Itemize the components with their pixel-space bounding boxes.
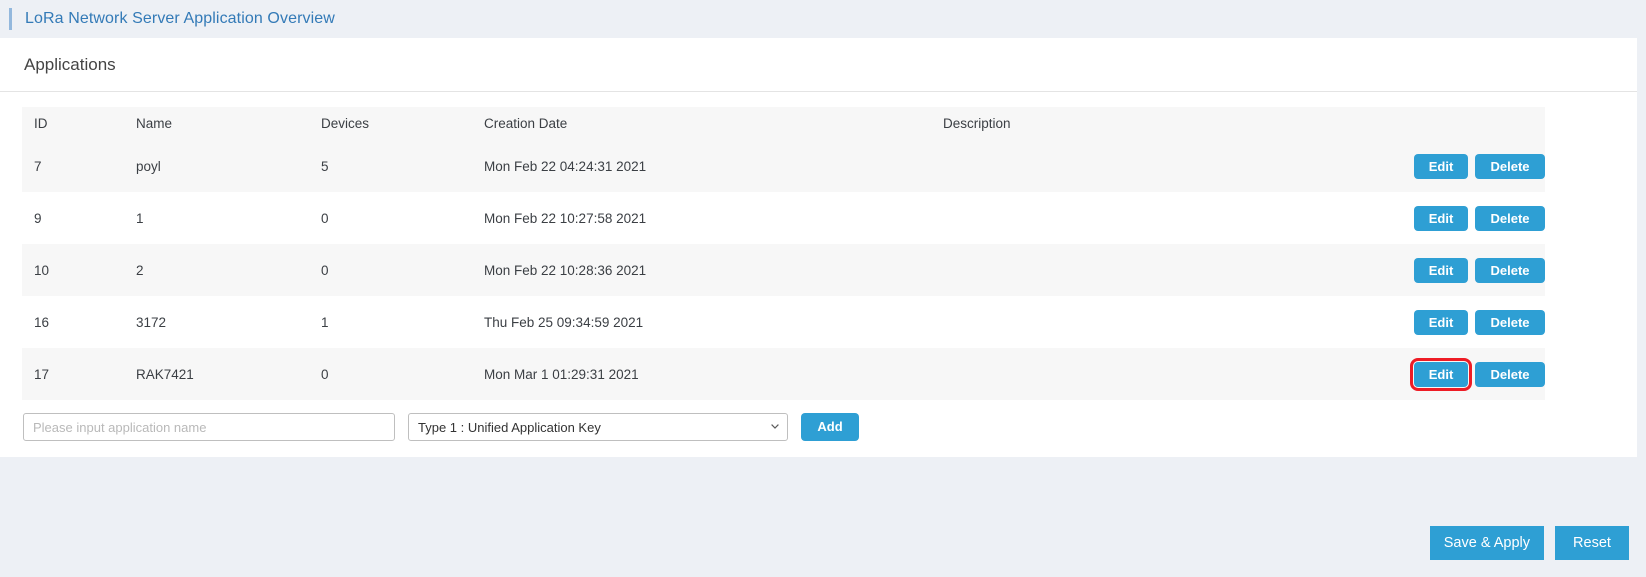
cell-actions: Edit Delete bbox=[1343, 348, 1545, 400]
key-type-select[interactable]: Type 1 : Unified Application Key bbox=[408, 413, 788, 441]
edit-button[interactable]: Edit bbox=[1414, 205, 1468, 231]
edit-button[interactable]: Edit bbox=[1414, 257, 1468, 283]
cell-actions: Edit Delete bbox=[1343, 296, 1545, 348]
table-row: 9 1 0 Mon Feb 22 10:27:58 2021 Edit Delete bbox=[22, 192, 1545, 244]
column-header-id: ID bbox=[22, 107, 124, 140]
card-body: ID Name Devices Creation Date Descriptio… bbox=[0, 92, 1637, 457]
cell-devices: 5 bbox=[309, 140, 472, 192]
add-button[interactable]: Add bbox=[801, 413, 859, 441]
table-row: 7 poyl 5 Mon Feb 22 04:24:31 2021 Edit Delete bbox=[22, 140, 1545, 192]
footer-bar: Save & Apply Reset bbox=[0, 518, 1646, 577]
cell-devices: 1 bbox=[309, 296, 472, 348]
cell-id: 17 bbox=[22, 348, 124, 400]
delete-button[interactable]: Delete bbox=[1475, 153, 1545, 179]
delete-button[interactable]: Delete bbox=[1475, 309, 1545, 335]
cell-description bbox=[931, 192, 1343, 244]
cell-actions: Edit Delete bbox=[1343, 192, 1545, 244]
edit-button[interactable]: Edit bbox=[1414, 309, 1468, 335]
card-header: Applications bbox=[0, 38, 1637, 92]
reset-button[interactable]: Reset bbox=[1555, 526, 1629, 560]
cell-creation-date: Thu Feb 25 09:34:59 2021 bbox=[472, 296, 931, 348]
table-row: 16 3172 1 Thu Feb 25 09:34:59 2021 Edit Delet… bbox=[22, 296, 1545, 348]
cell-id: 7 bbox=[22, 140, 124, 192]
table-row: 10 2 0 Mon Feb 22 10:28:36 2021 Edit Delete bbox=[22, 244, 1545, 296]
cell-actions: Edit Delete bbox=[1343, 244, 1545, 296]
delete-button[interactable]: Delete bbox=[1475, 361, 1545, 387]
cell-devices: 0 bbox=[309, 348, 472, 400]
cell-name: RAK7421 bbox=[124, 348, 309, 400]
column-header-actions bbox=[1343, 107, 1545, 140]
cell-description bbox=[931, 348, 1343, 400]
delete-button[interactable]: Delete bbox=[1475, 257, 1545, 283]
key-type-select-wrapper: Type 1 : Unified Application Key bbox=[408, 413, 788, 441]
cell-description bbox=[931, 244, 1343, 296]
column-header-devices: Devices bbox=[309, 107, 472, 140]
card-heading: Applications bbox=[24, 54, 116, 74]
cell-name: 2 bbox=[124, 244, 309, 296]
cell-id: 16 bbox=[22, 296, 124, 348]
table-body: 7 poyl 5 Mon Feb 22 04:24:31 2021 Edit Delete… bbox=[22, 140, 1545, 400]
cell-devices: 0 bbox=[309, 192, 472, 244]
table-row: 17 RAK7421 0 Mon Mar 1 01:29:31 2021 Edit Del… bbox=[22, 348, 1545, 400]
cell-description bbox=[931, 140, 1343, 192]
cell-creation-date: Mon Feb 22 04:24:31 2021 bbox=[472, 140, 931, 192]
page-header: LoRa Network Server Application Overview bbox=[0, 0, 1646, 38]
column-header-description: Description bbox=[931, 107, 1343, 140]
table-head: ID Name Devices Creation Date Descriptio… bbox=[22, 107, 1545, 140]
cell-description bbox=[931, 296, 1343, 348]
column-header-creation-date: Creation Date bbox=[472, 107, 931, 140]
edit-button[interactable]: Edit bbox=[1410, 357, 1472, 391]
cell-id: 10 bbox=[22, 244, 124, 296]
cell-name: 1 bbox=[124, 192, 309, 244]
delete-button[interactable]: Delete bbox=[1475, 205, 1545, 231]
applications-table: ID Name Devices Creation Date Descriptio… bbox=[22, 107, 1545, 400]
cell-creation-date: Mon Mar 1 01:29:31 2021 bbox=[472, 348, 931, 400]
add-application-form: Type 1 : Unified Application Key Add bbox=[22, 413, 1615, 441]
save-and-apply-button[interactable]: Save & Apply bbox=[1429, 526, 1544, 560]
cell-id: 9 bbox=[22, 192, 124, 244]
table-header-row: ID Name Devices Creation Date Descriptio… bbox=[22, 107, 1545, 140]
cell-creation-date: Mon Feb 22 10:28:36 2021 bbox=[472, 244, 931, 296]
edit-button[interactable]: Edit bbox=[1414, 153, 1468, 179]
page-title: LoRa Network Server Application Overview bbox=[25, 10, 335, 27]
cell-name: poyl bbox=[124, 140, 309, 192]
cell-devices: 0 bbox=[309, 244, 472, 296]
application-name-input[interactable] bbox=[23, 413, 395, 441]
column-header-name: Name bbox=[124, 107, 309, 140]
cell-creation-date: Mon Feb 22 10:27:58 2021 bbox=[472, 192, 931, 244]
cell-actions: Edit Delete bbox=[1343, 140, 1545, 192]
footer-actions: Save & Apply Reset bbox=[1429, 526, 1629, 560]
applications-card: Applications ID Name Devices Creation Da… bbox=[0, 38, 1637, 457]
title-accent-bar bbox=[9, 8, 12, 30]
cell-name: 3172 bbox=[124, 296, 309, 348]
